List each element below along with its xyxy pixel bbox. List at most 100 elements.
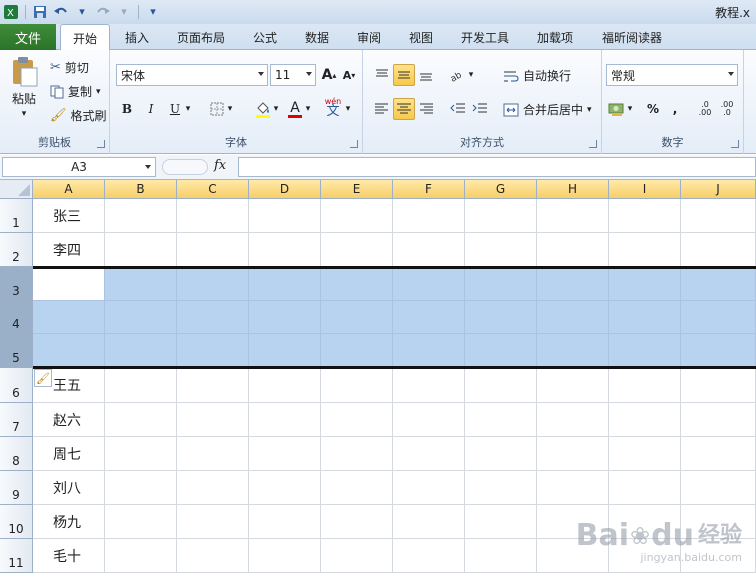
row-header-4[interactable]: 4 <box>0 301 33 334</box>
insert-function-button[interactable]: fx <box>214 158 226 173</box>
paste-button[interactable]: 粘贴 ▾ <box>6 56 42 119</box>
cell-b10[interactable] <box>105 505 177 539</box>
tab-home[interactable]: 开始 <box>60 24 110 51</box>
cell-j2[interactable] <box>681 233 756 267</box>
number-launcher-icon[interactable] <box>731 140 739 148</box>
row-header-7[interactable]: 7 <box>0 403 33 437</box>
cell-b9[interactable] <box>105 471 177 505</box>
row-header-10[interactable]: 10 <box>0 505 33 539</box>
align-bottom-button[interactable] <box>415 64 437 86</box>
tab-developer[interactable]: 开发工具 <box>452 24 518 50</box>
cell-e9[interactable] <box>321 471 393 505</box>
cell-a11[interactable]: 毛十 <box>33 539 105 573</box>
paste-options-icon[interactable]: 🖌 <box>34 369 52 387</box>
cell-d1[interactable] <box>249 199 321 233</box>
cell-i7[interactable] <box>609 403 681 437</box>
column-header-j[interactable]: J <box>681 180 756 199</box>
cell-a10[interactable]: 杨九 <box>33 505 105 539</box>
name-box[interactable]: A3 <box>2 157 156 177</box>
cell-j1[interactable] <box>681 199 756 233</box>
column-header-e[interactable]: E <box>321 180 393 199</box>
tab-addins[interactable]: 加载项 <box>528 24 582 50</box>
cell-b11[interactable] <box>105 539 177 573</box>
align-top-button[interactable] <box>371 64 393 86</box>
cell-g2[interactable] <box>465 233 537 267</box>
cell-c8[interactable] <box>177 437 249 471</box>
cell-g10[interactable] <box>465 505 537 539</box>
tab-file[interactable]: 文件 <box>0 24 56 50</box>
cell-j9[interactable] <box>681 471 756 505</box>
font-launcher-icon[interactable] <box>350 140 358 148</box>
cell-j7[interactable] <box>681 403 756 437</box>
increase-indent-button[interactable] <box>469 98 491 120</box>
cell-h1[interactable] <box>537 199 609 233</box>
clipboard-launcher-icon[interactable] <box>97 140 105 148</box>
cell-i9[interactable] <box>609 471 681 505</box>
font-name-combo[interactable]: 宋体 <box>116 64 268 86</box>
phonetic-dropdown-icon[interactable]: ▾ <box>342 98 354 120</box>
cell-b8[interactable] <box>105 437 177 471</box>
increase-decimal-button[interactable]: .0 .00 <box>694 98 716 120</box>
cell-h8[interactable] <box>537 437 609 471</box>
cell-i1[interactable] <box>609 199 681 233</box>
cell-d7[interactable] <box>249 403 321 437</box>
column-header-f[interactable]: F <box>393 180 465 199</box>
redo-dropdown-icon[interactable]: ▾ <box>115 3 133 20</box>
comma-style-button[interactable]: , <box>664 98 686 120</box>
copy-button[interactable]: 复制 ▾ <box>50 83 101 100</box>
cell-h2[interactable] <box>537 233 609 267</box>
cell-c6[interactable] <box>177 368 249 403</box>
customize-qat-icon[interactable]: ▾ <box>144 3 162 20</box>
redo-icon[interactable] <box>94 3 112 20</box>
font-color-dropdown-icon[interactable]: ▾ <box>302 98 314 120</box>
cell-f10[interactable] <box>393 505 465 539</box>
cell-f6[interactable] <box>393 368 465 403</box>
cell-b6[interactable] <box>105 368 177 403</box>
formula-input[interactable] <box>238 157 756 177</box>
wrap-text-button[interactable]: 自动换行 <box>503 67 571 84</box>
cell-j6[interactable] <box>681 368 756 403</box>
shrink-font-button[interactable]: A ▾ <box>338 64 360 86</box>
cell-d8[interactable] <box>249 437 321 471</box>
column-header-h[interactable]: H <box>537 180 609 199</box>
save-icon[interactable] <box>31 3 49 20</box>
cell-e1[interactable] <box>321 199 393 233</box>
merge-center-button[interactable]: 合并后居中 ▾ <box>503 101 592 118</box>
bold-button[interactable]: B <box>116 98 138 120</box>
cell-f7[interactable] <box>393 403 465 437</box>
cell-d10[interactable] <box>249 505 321 539</box>
cell-g1[interactable] <box>465 199 537 233</box>
cell-e11[interactable] <box>321 539 393 573</box>
cell-f8[interactable] <box>393 437 465 471</box>
tab-view[interactable]: 视图 <box>400 24 442 50</box>
undo-icon[interactable] <box>52 3 70 20</box>
column-header-a[interactable]: A <box>33 180 105 199</box>
column-header-c[interactable]: C <box>177 180 249 199</box>
italic-button[interactable]: I <box>140 98 162 120</box>
phonetic-guide-button[interactable]: wén 文 <box>322 96 344 118</box>
select-all-button[interactable] <box>0 180 33 199</box>
orientation-dropdown-icon[interactable]: ▾ <box>465 64 477 86</box>
cell-c10[interactable] <box>177 505 249 539</box>
cell-f2[interactable] <box>393 233 465 267</box>
column-header-i[interactable]: I <box>609 180 681 199</box>
cell-d11[interactable] <box>249 539 321 573</box>
cell-d2[interactable] <box>249 233 321 267</box>
grow-font-button[interactable]: A ▴ <box>318 64 340 86</box>
font-size-combo[interactable]: 11 <box>270 64 316 86</box>
row-header-9[interactable]: 9 <box>0 471 33 505</box>
cell-e8[interactable] <box>321 437 393 471</box>
cell-h9[interactable] <box>537 471 609 505</box>
fill-color-dropdown-icon[interactable]: ▾ <box>270 98 282 120</box>
cell-g8[interactable] <box>465 437 537 471</box>
row-header-5[interactable]: 5 <box>0 334 33 368</box>
cell-e7[interactable] <box>321 403 393 437</box>
cell-a2[interactable]: 李四 <box>33 233 105 267</box>
cell-h6[interactable] <box>537 368 609 403</box>
cell-f9[interactable] <box>393 471 465 505</box>
cell-d6[interactable] <box>249 368 321 403</box>
decrease-indent-button[interactable] <box>447 98 469 120</box>
column-header-b[interactable]: B <box>105 180 177 199</box>
row-header-2[interactable]: 2 <box>0 233 33 267</box>
row-header-11[interactable]: 11 <box>0 539 33 573</box>
